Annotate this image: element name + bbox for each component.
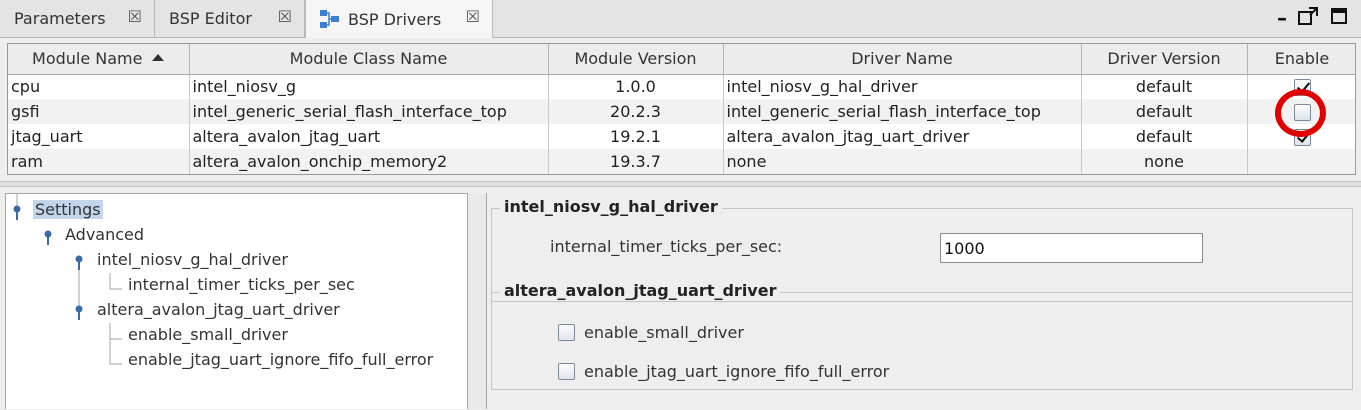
- driver-settings-panel: intel_niosv_g_hal_driver internal_timer_…: [486, 193, 1361, 409]
- tree-node-niosv-driver[interactable]: intel_niosv_g_hal_driver: [97, 247, 288, 271]
- settings-tree: Settings Advanced intel_niosv_g_hal_driv…: [5, 193, 468, 409]
- module-name-cell: jtag_uart: [8, 124, 190, 149]
- driver-name-cell[interactable]: altera_avalon_jtag_uart_driver: [723, 124, 1082, 149]
- driver-version-cell[interactable]: default: [1081, 99, 1248, 124]
- column-header-enable[interactable]: Enable: [1247, 44, 1355, 75]
- column-header-driver-name[interactable]: Driver Name: [723, 44, 1082, 75]
- restore-icon[interactable]: [1329, 6, 1349, 30]
- close-icon[interactable]: ☒: [128, 7, 142, 26]
- small-driver-label: enable_small_driver: [584, 323, 744, 342]
- close-icon[interactable]: ☒: [278, 7, 292, 26]
- module-name-cell: cpu: [8, 74, 190, 99]
- module-version-cell: 20.2.3: [548, 99, 724, 124]
- editor-tab-bar: Parameters ☒ BSP Editor ☒ BSP Drivers ☒ …: [0, 0, 1361, 38]
- module-class-cell: altera_avalon_jtag_uart: [189, 124, 549, 149]
- group-title: intel_niosv_g_hal_driver: [500, 197, 722, 216]
- window-controls: –: [1277, 6, 1349, 30]
- drivers-table: Module Name Module Class Name Module Ver…: [7, 43, 1356, 175]
- table-row[interactable]: ram altera_avalon_onchip_memory2 19.3.7 …: [8, 149, 1355, 174]
- column-header-driver-version[interactable]: Driver Version: [1081, 44, 1248, 75]
- tab-bsp-drivers[interactable]: BSP Drivers ☒: [305, 0, 493, 38]
- tree-node-settings[interactable]: Settings: [33, 197, 103, 221]
- driver-version-cell[interactable]: none: [1081, 149, 1248, 174]
- tab-label: BSP Drivers: [348, 9, 442, 29]
- driver-name-cell[interactable]: intel_generic_serial_flash_interface_top: [723, 99, 1082, 124]
- driver-name-cell[interactable]: intel_niosv_g_hal_driver: [723, 74, 1082, 99]
- tree-node-timer-ticks[interactable]: internal_timer_ticks_per_sec: [128, 272, 355, 296]
- small-driver-option[interactable]: enable_small_driver: [558, 323, 744, 342]
- module-class-cell: intel_niosv_g: [189, 74, 549, 99]
- module-name-cell: gsfi: [8, 99, 190, 124]
- module-version-cell: 1.0.0: [548, 74, 724, 99]
- table-row[interactable]: jtag_uart altera_avalon_jtag_uart 19.2.1…: [8, 124, 1355, 149]
- horizontal-splitter[interactable]: [0, 181, 1361, 187]
- tree-node-small-driver[interactable]: enable_small_driver: [128, 322, 288, 346]
- table-row[interactable]: cpu intel_niosv_g 1.0.0 intel_niosv_g_ha…: [8, 74, 1355, 99]
- vertical-splitter[interactable]: [468, 193, 486, 409]
- ignore-fifo-checkbox[interactable]: [558, 363, 575, 380]
- driver-name-cell[interactable]: none: [723, 149, 1082, 174]
- tab-parameters[interactable]: Parameters ☒: [0, 0, 155, 37]
- bsp-drivers-icon: [318, 8, 342, 30]
- tree-node-jtag-driver[interactable]: altera_avalon_jtag_uart_driver: [97, 297, 340, 321]
- small-driver-checkbox[interactable]: [558, 324, 575, 341]
- close-icon[interactable]: ☒: [466, 7, 480, 26]
- group-title: altera_avalon_jtag_uart_driver: [500, 281, 781, 300]
- module-name-cell: ram: [8, 149, 190, 174]
- driver-version-cell[interactable]: default: [1081, 124, 1248, 149]
- minimize-icon[interactable]: –: [1277, 6, 1287, 30]
- module-version-cell: 19.3.7: [548, 149, 724, 174]
- tab-label: BSP Editor: [169, 9, 252, 28]
- tab-label: Parameters: [14, 9, 106, 28]
- table-row[interactable]: gsfi intel_generic_serial_flash_interfac…: [8, 99, 1355, 124]
- module-version-cell: 19.2.1: [548, 124, 724, 149]
- tree-node-ignore-fifo[interactable]: enable_jtag_uart_ignore_fifo_full_error: [128, 347, 433, 371]
- module-class-cell: altera_avalon_onchip_memory2: [189, 149, 549, 174]
- tree-node-advanced[interactable]: Advanced: [65, 222, 144, 246]
- ticks-label: internal_timer_ticks_per_sec:: [550, 237, 783, 256]
- tab-bsp-editor[interactable]: BSP Editor ☒: [155, 0, 305, 37]
- column-header-module-name[interactable]: Module Name: [8, 44, 190, 75]
- driver-version-cell[interactable]: default: [1081, 74, 1248, 99]
- ignore-fifo-option[interactable]: enable_jtag_uart_ignore_fifo_full_error: [558, 362, 889, 381]
- maximize-icon[interactable]: [1297, 6, 1319, 30]
- module-class-cell: intel_generic_serial_flash_interface_top: [189, 99, 549, 124]
- column-header-module-class[interactable]: Module Class Name: [189, 44, 549, 75]
- highlight-circle: [1275, 89, 1326, 137]
- sort-ascending-icon: [152, 54, 165, 62]
- ignore-fifo-label: enable_jtag_uart_ignore_fifo_full_error: [584, 362, 890, 381]
- column-header-module-version[interactable]: Module Version: [548, 44, 724, 75]
- group-jtag-driver: altera_avalon_jtag_uart_driver enable_sm…: [491, 281, 1353, 390]
- ticks-per-sec-input[interactable]: [940, 233, 1203, 263]
